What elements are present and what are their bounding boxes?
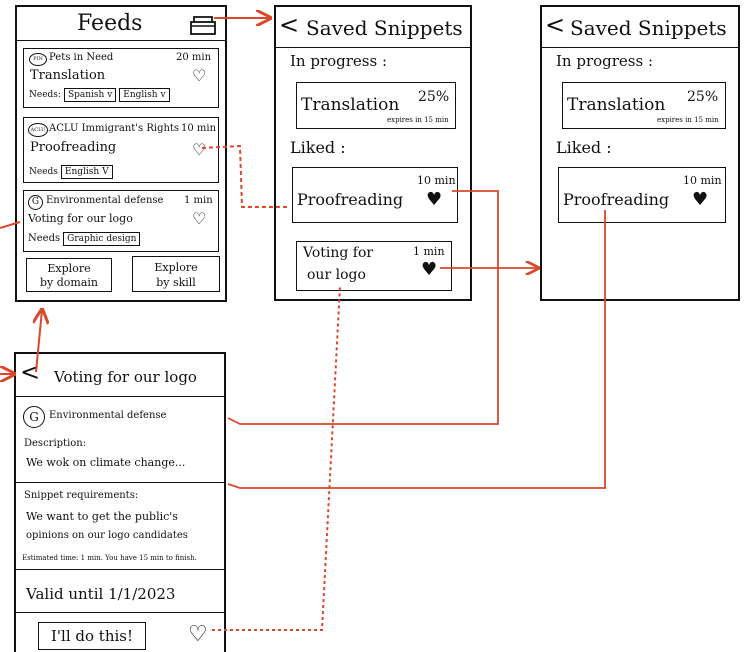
flow-arrow-open-proofreading	[227, 210, 606, 489]
flow-arrow-like-proofreading	[201, 144, 288, 208]
flow-arrow-detail-heart-to-saved	[212, 285, 341, 631]
flow-arrow-voting-card	[0, 221, 21, 229]
flow-arrow-detail-back-to-feeds	[36, 310, 42, 373]
flow-arrow-unlike-proofreading	[227, 190, 499, 425]
flow-arrows	[0, 0, 606, 631]
